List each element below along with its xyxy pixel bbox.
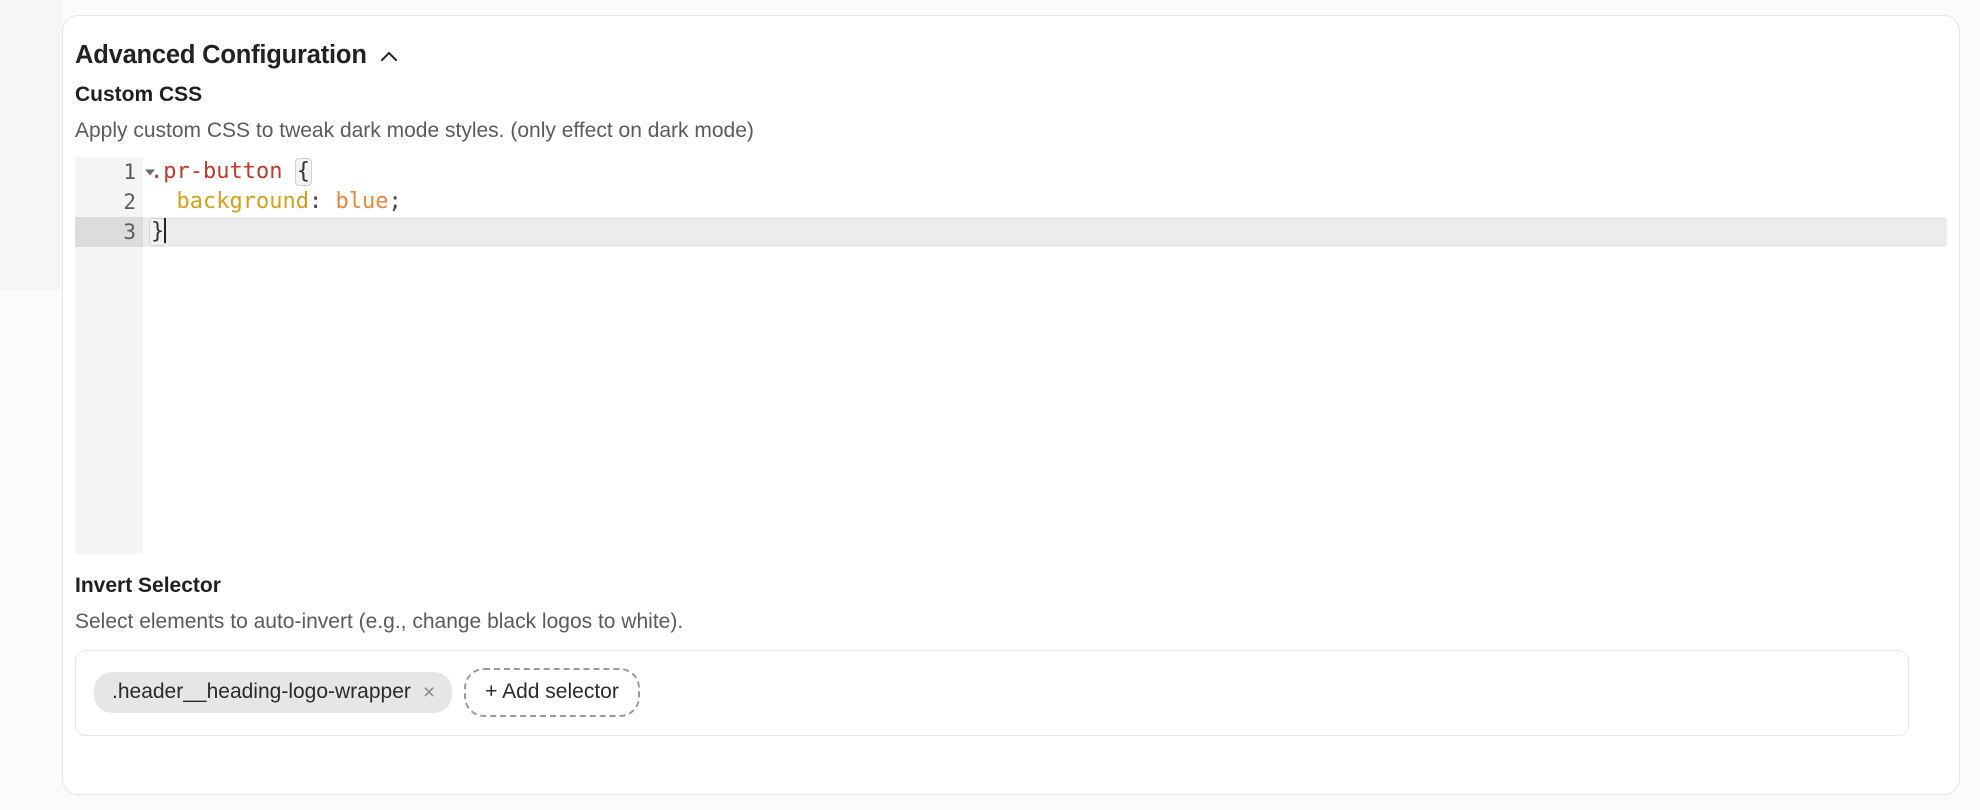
invert-selector-section: Invert Selector Select elements to auto-… (75, 572, 1947, 736)
invert-selector-label: Invert Selector (75, 573, 221, 597)
selector-chip[interactable]: .header__heading-logo-wrapper × (94, 672, 453, 713)
css-colon-token: : (308, 188, 336, 214)
gutter-line-number: 3 (123, 219, 136, 244)
code-line: .pr-button { (143, 157, 1947, 187)
background-band (0, 0, 62, 290)
advanced-configuration-header[interactable]: Advanced Configuration (75, 41, 1947, 69)
page-root: Advanced Configuration Custom CSS Apply … (0, 0, 1980, 810)
close-icon[interactable]: × (421, 682, 437, 703)
code-line: background: blue; (143, 187, 1947, 217)
css-value-token: blue (335, 188, 389, 214)
custom-css-code-editor[interactable]: 1 2 3 .pr-button {background: blue;} (75, 156, 1947, 554)
editor-gutter: 1 2 3 (75, 156, 155, 554)
page-title: Advanced Configuration (75, 41, 367, 69)
text-caret (164, 217, 166, 243)
css-semicolon-token: ; (388, 188, 402, 214)
code-line-active: } (143, 216, 1947, 247)
add-selector-button[interactable]: + Add selector (464, 667, 640, 718)
gutter-line-number: 1 (123, 159, 136, 184)
chevron-up-icon[interactable] (377, 45, 401, 69)
selector-chip-label: .header__heading-logo-wrapper (112, 680, 411, 704)
invert-selector-help-text: Select elements to auto-invert (e.g., ch… (75, 610, 684, 634)
gutter-line-active: 3 (75, 216, 143, 247)
css-selector-token: .pr-button (150, 158, 283, 184)
css-property-token: background (176, 188, 309, 214)
invert-selector-input-box[interactable]: .header__heading-logo-wrapper × + Add se… (75, 649, 1909, 736)
gutter-line: 2 (75, 187, 143, 217)
advanced-configuration-card: Advanced Configuration Custom CSS Apply … (62, 15, 1960, 795)
gutter-line-number: 2 (123, 189, 136, 214)
editor-code-area[interactable]: .pr-button { background: blue; } (143, 157, 1947, 554)
custom-css-help-text: Apply custom CSS to tweak dark mode styl… (75, 119, 754, 143)
matching-brace-open: { (294, 157, 312, 186)
custom-css-label: Custom CSS (75, 83, 203, 107)
gutter-line: 1 (75, 157, 155, 187)
